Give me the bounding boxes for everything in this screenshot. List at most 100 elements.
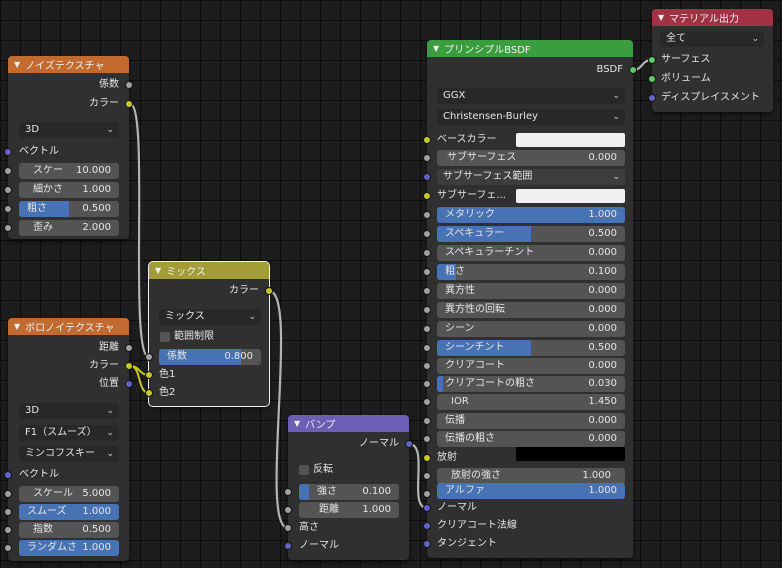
bump-normal-socket[interactable] bbox=[284, 542, 292, 550]
noise-distortion-field[interactable]: 歪み 2.000 bbox=[19, 220, 119, 236]
bsdf-clearcoat-socket[interactable] bbox=[423, 362, 431, 370]
bump-strength-slider[interactable]: 強さ 0.100 bbox=[299, 484, 399, 500]
voronoi-feature-dropdown[interactable]: F1（スムーズ） ⌄ bbox=[19, 425, 119, 441]
collapse-arrow-icon[interactable]: ▼ bbox=[433, 44, 439, 53]
bsdf-subsurface-radius-socket[interactable] bbox=[423, 173, 431, 181]
principled-bsdf-node[interactable]: ▼ プリンシプルBSDF BSDF GGX ⌄ Christensen-Burl… bbox=[423, 40, 637, 558]
voronoi-dimension-dropdown[interactable]: 3D ⌄ bbox=[19, 403, 119, 419]
collapse-arrow-icon[interactable]: ▼ bbox=[155, 266, 161, 275]
noise-texture-header[interactable]: ▼ ノイズテクスチャ bbox=[8, 56, 129, 73]
noise-distortion-socket[interactable] bbox=[4, 224, 12, 232]
bsdf-emission-swatch[interactable] bbox=[516, 447, 625, 461]
material-output-header[interactable]: ▼ マテリアル出力 bbox=[652, 9, 773, 26]
bsdf-transmission-socket[interactable] bbox=[423, 417, 431, 425]
mix-blend-dropdown[interactable]: ミックス ⌄ bbox=[159, 309, 261, 325]
voronoi-output-distance-socket[interactable] bbox=[125, 344, 133, 352]
bsdf-header[interactable]: ▼ プリンシプルBSDF bbox=[427, 40, 633, 57]
bsdf-sheen-field[interactable]: シーン 0.000 bbox=[437, 321, 625, 337]
bsdf-alpha-socket[interactable] bbox=[423, 490, 431, 498]
mix-fac-socket[interactable] bbox=[145, 353, 153, 361]
voronoi-vector-socket[interactable] bbox=[4, 471, 12, 479]
bsdf-subsurface-color-swatch[interactable] bbox=[516, 189, 625, 203]
bsdf-specular-socket[interactable] bbox=[423, 230, 431, 238]
bsdf-ior-field[interactable]: IOR 1.450 bbox=[437, 394, 625, 410]
bsdf-anisotropic-field[interactable]: 異方性 0.000 bbox=[437, 283, 625, 299]
material-output-target-dropdown[interactable]: 全て ⌄ bbox=[660, 31, 764, 47]
bsdf-specular-slider[interactable]: スペキュラー 0.500 bbox=[437, 226, 625, 242]
mix-fac-slider[interactable]: 係数 0.800 bbox=[159, 349, 261, 365]
bsdf-emission-socket[interactable] bbox=[423, 454, 431, 462]
bsdf-clearcoat-normal-socket[interactable] bbox=[423, 522, 431, 530]
bsdf-aniso-rotation-socket[interactable] bbox=[423, 306, 431, 314]
bsdf-emission-strength-field[interactable]: 放射の強さ 1.000 bbox=[437, 468, 625, 484]
bump-strength-socket[interactable] bbox=[284, 488, 292, 496]
bsdf-clearcoat-roughness-socket[interactable] bbox=[423, 380, 431, 388]
noise-vector-socket[interactable] bbox=[4, 148, 12, 156]
mix-clamp-checkbox[interactable] bbox=[160, 332, 170, 342]
bsdf-sheen-socket[interactable] bbox=[423, 325, 431, 333]
bump-node[interactable]: ▼ バンプ ノーマル 反転 強さ 0.100 距離 1.000 高さ ノーマル bbox=[284, 415, 413, 560]
voronoi-output-position-socket[interactable] bbox=[125, 380, 133, 388]
bsdf-subsurface-radius-dropdown[interactable]: サブサーフェス範囲 ⌄ bbox=[437, 169, 625, 185]
bump-distance-field[interactable]: 距離 1.000 bbox=[299, 502, 399, 518]
mix-header[interactable]: ▼ ミックス bbox=[149, 262, 269, 279]
bsdf-clearcoat-roughness-slider[interactable]: クリアコートの粗さ 0.030 bbox=[437, 376, 625, 392]
bsdf-anisotropic-socket[interactable] bbox=[423, 287, 431, 295]
material-output-displacement-socket[interactable] bbox=[648, 94, 656, 102]
bsdf-tangent-socket[interactable] bbox=[423, 540, 431, 548]
collapse-arrow-icon[interactable]: ▼ bbox=[658, 13, 664, 22]
noise-output-color-socket[interactable] bbox=[125, 100, 133, 108]
bsdf-subsurface-socket[interactable] bbox=[423, 154, 431, 162]
bsdf-specular-tint-socket[interactable] bbox=[423, 249, 431, 257]
noise-roughness-slider[interactable]: 粗さ 0.500 bbox=[19, 201, 119, 217]
material-output-surface-socket[interactable] bbox=[648, 56, 656, 64]
voronoi-metric-dropdown[interactable]: ミンコフスキー ⌄ bbox=[19, 446, 119, 462]
bsdf-metallic-socket[interactable] bbox=[423, 211, 431, 219]
bsdf-specular-tint-field[interactable]: スペキュラーチント 0.000 bbox=[437, 245, 625, 261]
bsdf-sheen-tint-slider[interactable]: シーンチント 0.500 bbox=[437, 340, 625, 356]
noise-output-fac-socket[interactable] bbox=[125, 81, 133, 89]
voronoi-randomness-socket[interactable] bbox=[4, 544, 12, 552]
voronoi-scale-field[interactable]: スケール 5.000 bbox=[19, 486, 119, 502]
bump-distance-socket[interactable] bbox=[284, 506, 292, 514]
bsdf-subsurface-method-dropdown[interactable]: Christensen-Burley ⌄ bbox=[437, 109, 625, 125]
noise-detail-field[interactable]: 細かさ 1.000 bbox=[19, 182, 119, 198]
voronoi-smooth-slider[interactable]: スムーズ 1.000 bbox=[19, 504, 119, 520]
voronoi-texture-node[interactable]: ▼ ボロノイテクスチャ 距離 カラー 位置 3D ⌄ F1（スムーズ） ⌄ ミン… bbox=[4, 318, 133, 561]
bsdf-output-socket[interactable] bbox=[629, 66, 637, 74]
noise-scale-socket[interactable] bbox=[4, 167, 12, 175]
bump-output-normal-socket[interactable] bbox=[405, 440, 413, 448]
bsdf-distribution-dropdown[interactable]: GGX ⌄ bbox=[437, 88, 625, 104]
bump-header[interactable]: ▼ バンプ bbox=[288, 415, 409, 432]
mix-node[interactable]: ▼ ミックス カラー ミックス ⌄ 範囲制限 係数 0.800 色1 色2 bbox=[145, 261, 273, 407]
bsdf-roughness-slider[interactable]: 粗さ 0.100 bbox=[437, 264, 625, 280]
bsdf-transmission-roughness-socket[interactable] bbox=[423, 435, 431, 443]
mix-color2-socket[interactable] bbox=[145, 389, 153, 397]
bsdf-sheen-tint-socket[interactable] bbox=[423, 344, 431, 352]
bsdf-clearcoat-field[interactable]: クリアコート 0.000 bbox=[437, 358, 625, 374]
mix-color1-socket[interactable] bbox=[145, 371, 153, 379]
noise-dimension-dropdown[interactable]: 3D ⌄ bbox=[19, 122, 119, 138]
bsdf-base-color-swatch[interactable] bbox=[516, 133, 625, 147]
voronoi-output-color-socket[interactable] bbox=[125, 362, 133, 370]
material-output-node[interactable]: ▼ マテリアル出力 全て ⌄ サーフェス ボリューム ディスプレイスメント bbox=[648, 9, 773, 112]
bsdf-subsurface-field[interactable]: サブサーフェス 0.000 bbox=[437, 150, 625, 166]
bump-invert-checkbox[interactable] bbox=[299, 465, 309, 475]
voronoi-exponent-socket[interactable] bbox=[4, 526, 12, 534]
collapse-arrow-icon[interactable]: ▼ bbox=[14, 322, 20, 331]
collapse-arrow-icon[interactable]: ▼ bbox=[14, 60, 20, 69]
bsdf-ior-socket[interactable] bbox=[423, 398, 431, 406]
voronoi-smooth-socket[interactable] bbox=[4, 508, 12, 516]
voronoi-texture-header[interactable]: ▼ ボロノイテクスチャ bbox=[8, 318, 129, 335]
bsdf-transmission-field[interactable]: 伝播 0.000 bbox=[437, 413, 625, 429]
noise-roughness-socket[interactable] bbox=[4, 205, 12, 213]
collapse-arrow-icon[interactable]: ▼ bbox=[294, 419, 300, 428]
bsdf-normal-socket[interactable] bbox=[423, 504, 431, 512]
noise-texture-node[interactable]: ▼ ノイズテクスチャ 係数 カラー 3D ⌄ ベクトル スケー 10.000 細… bbox=[4, 56, 133, 239]
bsdf-aniso-rotation-field[interactable]: 異方性の回転 0.000 bbox=[437, 302, 625, 318]
noise-scale-field[interactable]: スケー 10.000 bbox=[19, 163, 119, 179]
bsdf-emission-strength-socket[interactable] bbox=[423, 472, 431, 480]
noise-detail-socket[interactable] bbox=[4, 186, 12, 194]
voronoi-randomness-slider[interactable]: ランダムさ 1.000 bbox=[19, 540, 119, 556]
mix-output-color-socket[interactable] bbox=[265, 287, 273, 295]
